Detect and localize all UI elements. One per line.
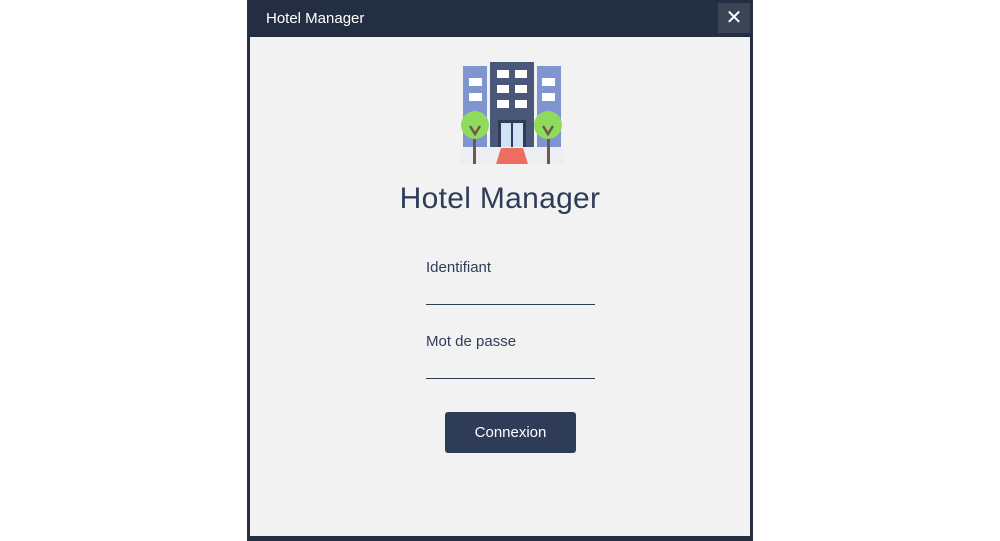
hotel-building-icon bbox=[460, 62, 564, 164]
username-field[interactable] bbox=[426, 282, 595, 305]
close-icon: ✕ bbox=[725, 7, 743, 29]
password-label: Mot de passe bbox=[426, 333, 517, 350]
username-label: Identifiant bbox=[426, 259, 492, 276]
window-title: Hotel Manager bbox=[266, 10, 365, 27]
close-button[interactable]: ✕ bbox=[718, 3, 750, 33]
app-title: Hotel Manager bbox=[399, 182, 601, 215]
password-field[interactable] bbox=[426, 356, 595, 379]
login-window: Hotel Manager ✕ Hotel Manager Identifian… bbox=[247, 0, 753, 541]
title-bar: Hotel Manager ✕ bbox=[250, 0, 750, 37]
login-button[interactable]: Connexion bbox=[445, 412, 576, 453]
